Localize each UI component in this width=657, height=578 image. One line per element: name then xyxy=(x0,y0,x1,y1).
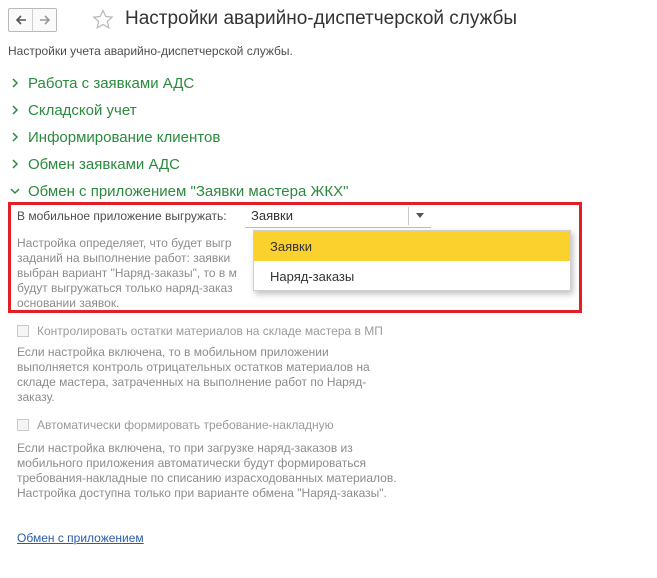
chevron-right-icon xyxy=(12,78,19,88)
star-icon[interactable] xyxy=(92,9,114,30)
export-dropdown-list: Заявки Наряд-заказы xyxy=(253,230,571,291)
caret-down-icon xyxy=(416,213,424,218)
group-exchange-app[interactable]: Обмен с приложением "Заявки мастера ЖКХ" xyxy=(8,180,348,202)
dropdown-button[interactable] xyxy=(409,205,431,227)
arrow-right-icon xyxy=(39,15,50,25)
option-requests[interactable]: Заявки xyxy=(254,231,570,261)
page-title: Настройки аварийно-диспетчерской службы xyxy=(125,8,518,29)
auto-requirement-label: Автоматически формировать требование-нак… xyxy=(37,418,334,432)
export-select-value: Заявки xyxy=(251,208,293,223)
arrow-left-icon xyxy=(15,15,26,25)
exchange-app-link[interactable]: Обмен с приложением xyxy=(17,531,144,545)
auto-requirement-description: Если настройка включена, то при загрузке… xyxy=(17,441,397,500)
group-client-info[interactable]: Информирование клиентов xyxy=(8,126,220,148)
export-select[interactable]: Заявки xyxy=(245,204,431,228)
control-materials-checkbox[interactable] xyxy=(17,325,29,337)
control-materials-description: Если настройка включена, то в мобильном … xyxy=(17,345,370,404)
navigation-buttons xyxy=(8,8,57,32)
chevron-down-icon xyxy=(10,188,20,195)
group-label: Обмен с приложением "Заявки мастера ЖКХ" xyxy=(28,182,349,200)
auto-requirement-checkbox[interactable] xyxy=(17,419,29,431)
control-materials-label: Контролировать остатки материалов на скл… xyxy=(37,324,383,338)
page-subtitle: Настройки учета аварийно-диспетчерской с… xyxy=(8,44,293,58)
chevron-right-icon xyxy=(12,132,19,142)
group-label: Складской учет xyxy=(28,101,137,119)
option-work-orders[interactable]: Наряд-заказы xyxy=(254,261,570,291)
group-exchange-requests[interactable]: Обмен заявками АДС xyxy=(8,153,180,175)
auto-requirement-row[interactable]: Автоматически формировать требование-нак… xyxy=(17,418,334,432)
group-warehouse[interactable]: Складской учет xyxy=(8,99,137,121)
group-label: Обмен заявками АДС xyxy=(28,155,180,173)
chevron-right-icon xyxy=(12,105,19,115)
back-button[interactable] xyxy=(9,9,32,31)
forward-button[interactable] xyxy=(32,9,56,31)
export-label: В мобильное приложение выгружать: xyxy=(17,209,227,223)
group-label: Информирование клиентов xyxy=(28,128,221,146)
chevron-right-icon xyxy=(12,159,19,169)
group-label: Работа с заявками АДС xyxy=(28,74,195,92)
group-requests-ads[interactable]: Работа с заявками АДС xyxy=(8,72,194,94)
control-materials-row[interactable]: Контролировать остатки материалов на скл… xyxy=(17,324,383,338)
